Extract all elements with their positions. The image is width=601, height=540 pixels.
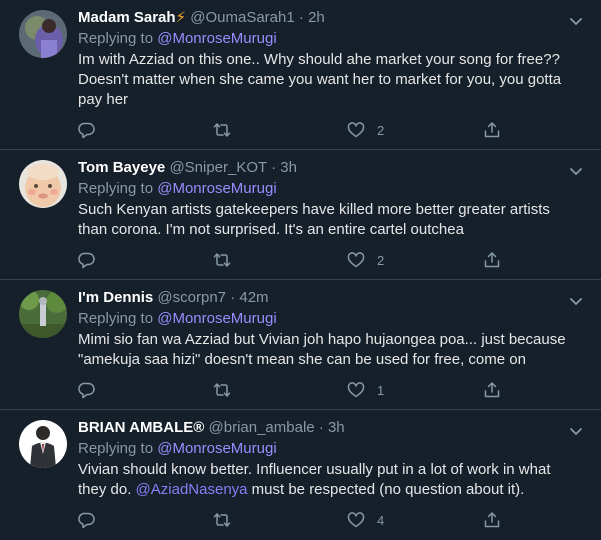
retweet-icon: [213, 121, 231, 139]
like-icon: [347, 251, 365, 269]
avatar[interactable]: [19, 160, 67, 208]
avatar[interactable]: [19, 10, 67, 58]
tweet-text: Vivian should know better. Influencer us…: [78, 460, 578, 500]
like-count: 2: [377, 252, 385, 268]
retweet-icon: [213, 511, 231, 529]
share-icon: [483, 251, 501, 269]
reply-button[interactable]: [78, 250, 96, 270]
tweet-text: Mimi sio fan wa Azziad but Vivian joh ha…: [78, 331, 566, 368]
replying-to: Replying to @MonroseMurugi: [78, 179, 578, 199]
replying-to: Replying to @MonroseMurugi: [78, 29, 578, 49]
like-icon: [347, 511, 365, 529]
share-icon: [483, 381, 501, 399]
reply-feed: Madam Sarah⚡ @OumaSarah1 · 2h Replying t…: [0, 0, 601, 540]
tweet-text-part: must be respected (no question about it)…: [247, 481, 525, 498]
tweet-actions: 2: [78, 120, 518, 140]
chevron-down-icon[interactable]: [567, 422, 585, 440]
chevron-down-icon[interactable]: [567, 292, 585, 310]
display-name[interactable]: Madam Sarah: [78, 9, 176, 26]
chevron-down-icon[interactable]: [567, 12, 585, 30]
share-button[interactable]: [483, 120, 501, 140]
like-button[interactable]: 2: [347, 250, 384, 270]
share-icon: [483, 121, 501, 139]
chevron-down-icon[interactable]: [567, 162, 585, 180]
avatar[interactable]: [19, 290, 67, 338]
reply-icon: [78, 251, 96, 269]
tweet-actions: 2: [78, 250, 518, 270]
separator-dot: ·: [271, 159, 277, 176]
retweet-button[interactable]: [213, 510, 231, 530]
user-handle[interactable]: @Sniper_KOT: [169, 159, 267, 176]
share-button[interactable]: [483, 250, 501, 270]
tweet-actions: 1: [78, 380, 518, 400]
replying-to: Replying to @MonroseMurugi: [78, 439, 578, 459]
replying-mention-link[interactable]: @MonroseMurugi: [157, 310, 276, 327]
tweet[interactable]: I'm Dennis @scorpn7 · 42m Replying to @M…: [0, 280, 601, 410]
retweet-button[interactable]: [213, 380, 231, 400]
lightning-icon: ⚡: [175, 9, 187, 26]
timestamp[interactable]: 2h: [308, 9, 325, 26]
reply-icon: [78, 381, 96, 399]
timestamp[interactable]: 42m: [239, 289, 268, 306]
tweet-actions: 4: [78, 510, 518, 530]
tweet-text: Im with Azziad on this one.. Why should …: [78, 51, 562, 108]
reply-button[interactable]: [78, 510, 96, 530]
like-button[interactable]: 2: [347, 120, 384, 140]
like-count: 4: [377, 512, 385, 528]
display-name[interactable]: BRIAN AMBALE®: [78, 419, 204, 436]
user-handle[interactable]: @OumaSarah1: [190, 9, 294, 26]
retweet-icon: [213, 251, 231, 269]
separator-dot: ·: [298, 9, 304, 26]
separator-dot: ·: [318, 419, 324, 436]
tweet-header: BRIAN AMBALE® @brian_ambale · 3h: [78, 418, 578, 438]
user-handle[interactable]: @scorpn7: [157, 289, 226, 306]
like-button[interactable]: 1: [347, 380, 384, 400]
tweet-text: Such Kenyan artists gatekeepers have kil…: [78, 201, 550, 238]
share-button[interactable]: [483, 380, 501, 400]
tweet[interactable]: Tom Bayeye @Sniper_KOT · 3h Replying to …: [0, 150, 601, 280]
tweet[interactable]: Madam Sarah⚡ @OumaSarah1 · 2h Replying t…: [0, 0, 601, 150]
timestamp[interactable]: 3h: [280, 159, 297, 176]
share-button[interactable]: [483, 510, 501, 530]
retweet-button[interactable]: [213, 120, 231, 140]
like-icon: [347, 121, 365, 139]
like-icon: [347, 381, 365, 399]
like-button[interactable]: 4: [347, 510, 384, 530]
reply-button[interactable]: [78, 380, 96, 400]
tweet-header: Tom Bayeye @Sniper_KOT · 3h: [78, 158, 578, 178]
tweet-header: Madam Sarah⚡ @OumaSarah1 · 2h: [78, 8, 578, 28]
replying-to: Replying to @MonroseMurugi: [78, 309, 578, 329]
replying-mention-link[interactable]: @MonroseMurugi: [157, 180, 276, 197]
display-name[interactable]: Tom Bayeye: [78, 159, 165, 176]
tweet[interactable]: BRIAN AMBALE® @brian_ambale · 3h Replyin…: [0, 410, 601, 540]
mention-link[interactable]: @AziadNasenya: [136, 481, 248, 498]
replying-mention-link[interactable]: @MonroseMurugi: [157, 440, 276, 457]
avatar[interactable]: [19, 420, 67, 468]
reply-button[interactable]: [78, 120, 96, 140]
replying-prefix: Replying to: [78, 180, 158, 197]
timestamp[interactable]: 3h: [328, 419, 345, 436]
replying-prefix: Replying to: [78, 30, 158, 47]
reply-icon: [78, 511, 96, 529]
replying-prefix: Replying to: [78, 440, 158, 457]
like-count: 2: [377, 122, 385, 138]
tweet-header: I'm Dennis @scorpn7 · 42m: [78, 288, 578, 308]
retweet-button[interactable]: [213, 250, 231, 270]
share-icon: [483, 511, 501, 529]
retweet-icon: [213, 381, 231, 399]
like-count: 1: [377, 382, 385, 398]
replying-mention-link[interactable]: @MonroseMurugi: [157, 30, 276, 47]
user-handle[interactable]: @brian_ambale: [209, 419, 315, 436]
reply-icon: [78, 121, 96, 139]
display-name[interactable]: I'm Dennis: [78, 289, 153, 306]
separator-dot: ·: [230, 289, 236, 306]
replying-prefix: Replying to: [78, 310, 158, 327]
